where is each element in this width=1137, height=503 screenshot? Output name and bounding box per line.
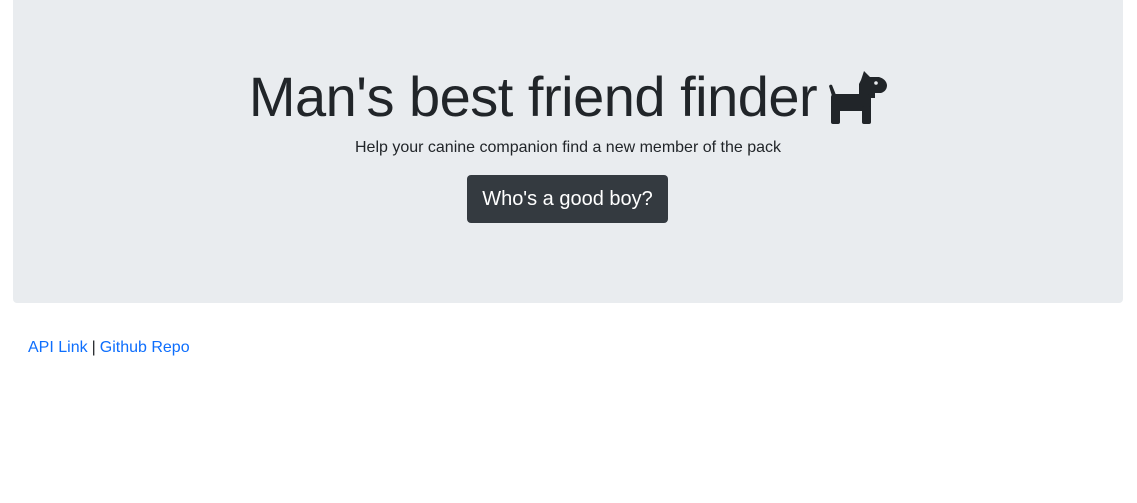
- page-title: Man's best friend finder: [248, 64, 818, 128]
- github-repo-link[interactable]: Github Repo: [100, 339, 190, 356]
- link-separator: |: [91, 339, 96, 356]
- dog-icon: [829, 70, 888, 124]
- good-boy-button[interactable]: Who's a good boy?: [467, 175, 668, 223]
- footer-links: API Link | Github Repo: [28, 337, 190, 359]
- jumbotron: Man's best friend finder Help your canin…: [13, 0, 1123, 303]
- hero-subtitle: Help your canine companion find a new me…: [354, 139, 781, 156]
- api-link[interactable]: API Link: [28, 339, 88, 356]
- hero-title-row: Man's best friend finder: [13, 60, 1123, 132]
